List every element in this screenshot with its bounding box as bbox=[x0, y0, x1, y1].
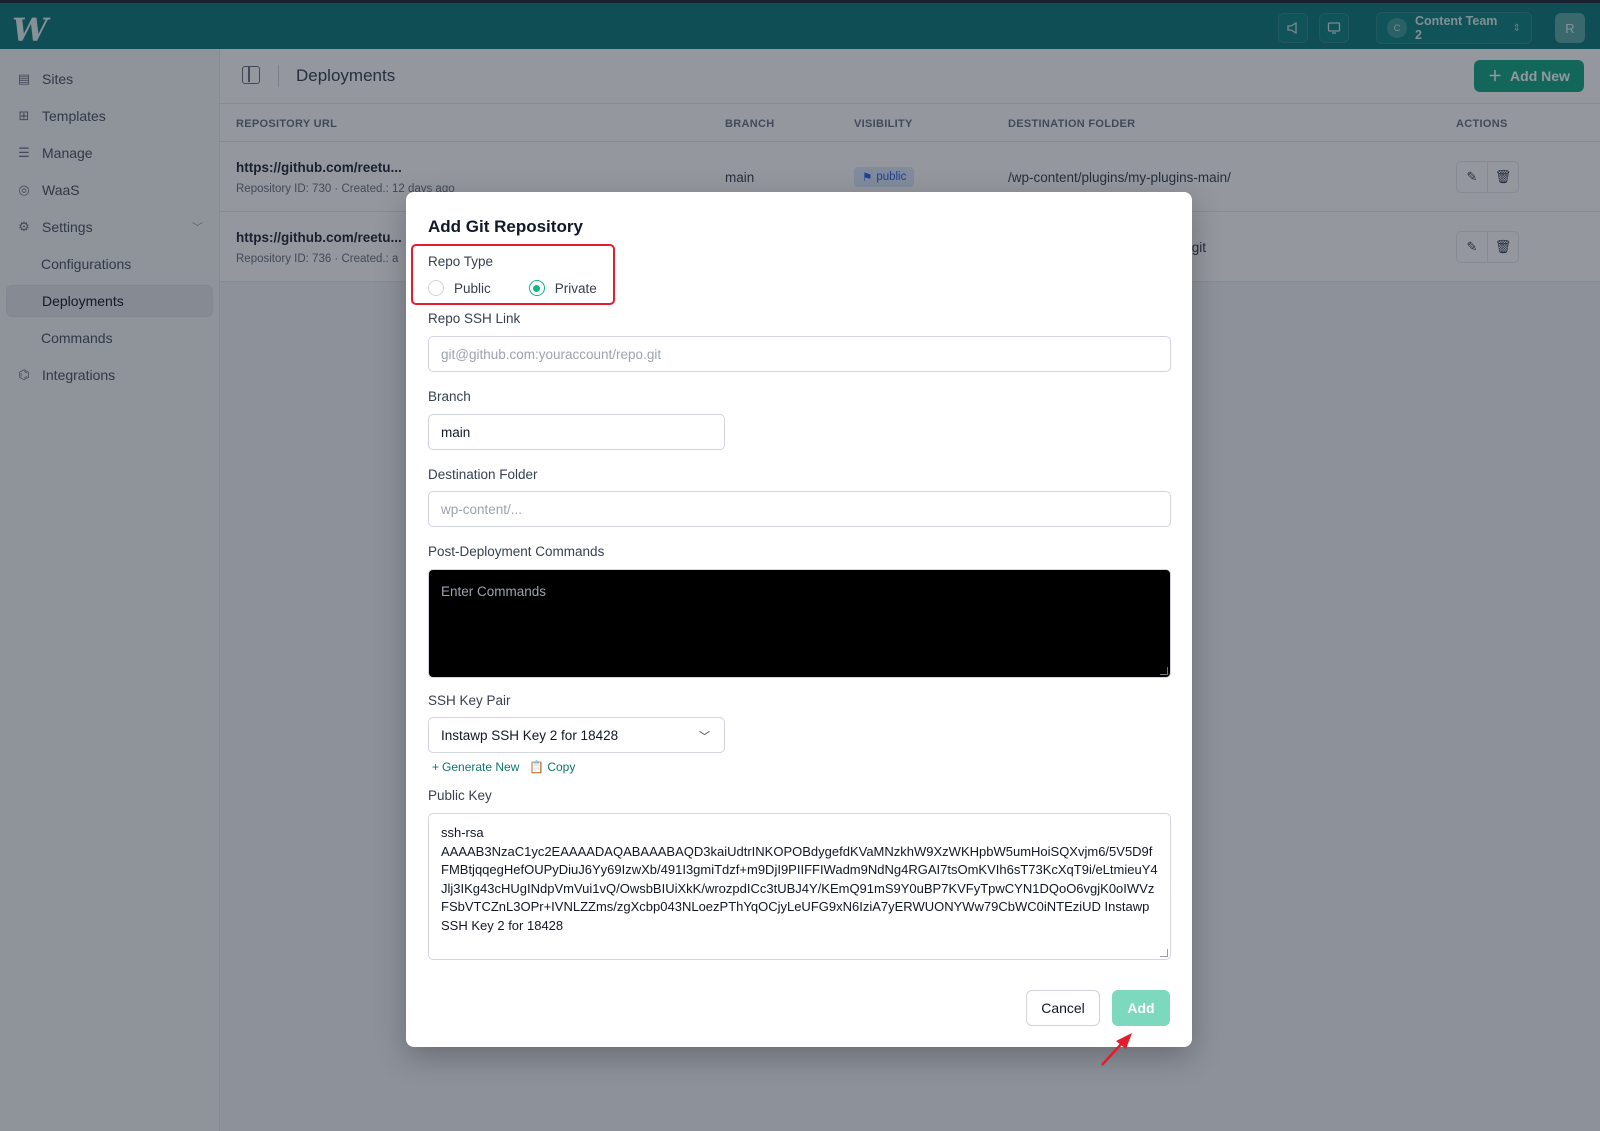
generate-new-label: Generate New bbox=[442, 760, 520, 774]
cancel-button[interactable]: Cancel bbox=[1026, 990, 1100, 1026]
public-key-value: ssh-rsa AAAAB3NzaC1yc2EAAAADAQABAAABAQD3… bbox=[441, 825, 1158, 933]
generate-new-link[interactable]: + Generate New bbox=[432, 760, 519, 774]
add-git-repository-dialog: Add Git Repository Repo Type Public Priv… bbox=[406, 192, 1192, 1047]
branch-input[interactable]: main bbox=[428, 414, 725, 450]
radio-public[interactable] bbox=[428, 280, 444, 296]
commands-placeholder: Enter Commands bbox=[441, 584, 547, 599]
ssh-key-selected: Instawp SSH Key 2 for 18428 bbox=[441, 727, 619, 743]
copy-label: Copy bbox=[547, 760, 576, 774]
repo-type-label: Repo Type bbox=[428, 254, 494, 269]
clipboard-icon: 📋 bbox=[529, 760, 545, 774]
ssh-link-label: Repo SSH Link bbox=[428, 311, 521, 326]
chevron-down-icon: ﹀ bbox=[699, 731, 710, 743]
radio-private-label[interactable]: Private bbox=[555, 281, 597, 296]
public-key-label: Public Key bbox=[428, 788, 492, 803]
radio-private[interactable] bbox=[528, 280, 545, 296]
destination-input[interactable]: wp-content/... bbox=[428, 491, 1171, 527]
key-actions: + Generate New 📋 Copy bbox=[432, 760, 575, 774]
ssh-key-select[interactable]: Instawp SSH Key 2 for 18428 ﹀ bbox=[428, 717, 725, 753]
resize-handle[interactable] bbox=[1160, 949, 1168, 957]
branch-label: Branch bbox=[428, 389, 471, 404]
ssh-link-input[interactable]: git@github.com:youraccount/repo.git bbox=[428, 336, 1171, 372]
commands-textarea[interactable]: Enter Commands bbox=[428, 569, 1171, 678]
annotation-arrow-icon bbox=[1101, 1033, 1132, 1066]
add-button[interactable]: Add bbox=[1112, 990, 1170, 1026]
dialog-title: Add Git Repository bbox=[428, 217, 583, 236]
repo-type-radio-group: Public Private bbox=[428, 280, 597, 296]
destination-label: Destination Folder bbox=[428, 467, 538, 482]
public-key-textarea[interactable]: ssh-rsa AAAAB3NzaC1yc2EAAAADAQABAAABAQD3… bbox=[428, 813, 1171, 960]
copy-link[interactable]: 📋 Copy bbox=[529, 760, 575, 774]
commands-label: Post-Deployment Commands bbox=[428, 544, 605, 559]
resize-handle[interactable] bbox=[1160, 667, 1168, 675]
radio-public-label[interactable]: Public bbox=[454, 281, 491, 296]
ssh-key-label: SSH Key Pair bbox=[428, 693, 511, 708]
plus-icon: + bbox=[432, 760, 440, 774]
